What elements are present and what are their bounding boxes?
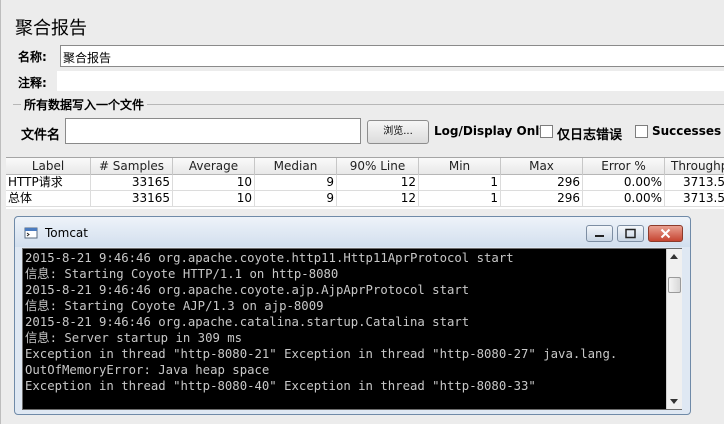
- table-row[interactable]: 总体 33165 10 9 12 1 296 0.00% 3713.5/s: [6, 191, 724, 207]
- window-titlebar[interactable]: Tomcat: [15, 217, 690, 247]
- console-line: 信息: Starting Coyote AJP/1.3 on ajp-8009: [25, 299, 324, 313]
- comment-row: 注释:: [15, 71, 724, 91]
- table-cell: 1: [419, 191, 501, 207]
- minimize-icon: [595, 235, 604, 237]
- table-cell: HTTP请求: [6, 175, 91, 191]
- vertical-scrollbar[interactable]: [666, 249, 682, 409]
- column-header-samples[interactable]: # Samples: [91, 158, 173, 175]
- column-header-max[interactable]: Max: [501, 158, 583, 175]
- errors-only-checkbox[interactable]: [540, 125, 553, 138]
- table-cell: 总体: [6, 191, 91, 207]
- filename-input[interactable]: [65, 118, 361, 144]
- scrollbar-thumb[interactable]: [668, 277, 681, 293]
- filename-label: 文件名: [21, 128, 61, 143]
- maximize-icon: [625, 228, 636, 239]
- name-label: 名称:: [18, 50, 47, 64]
- browse-button[interactable]: 浏览...: [367, 120, 429, 144]
- window-title: Tomcat: [45, 226, 88, 240]
- column-header-throughput[interactable]: Throughput: [665, 158, 724, 175]
- scroll-up-icon[interactable]: [670, 254, 678, 259]
- column-header-min[interactable]: Min: [419, 158, 501, 175]
- column-header-average[interactable]: Average: [173, 158, 255, 175]
- tomcat-window[interactable]: Tomcat 2015-8-21 9:46:46 org.apache.coyo…: [14, 216, 691, 415]
- close-button[interactable]: [648, 225, 683, 242]
- comment-field[interactable]: [57, 71, 724, 91]
- table-cell: 0.00%: [583, 191, 665, 207]
- table-row[interactable]: HTTP请求 33165 10 9 12 1 296 0.00% 3713.5/…: [6, 175, 724, 191]
- column-header-90-line[interactable]: 90% Line: [337, 158, 419, 175]
- table-cell: 1: [419, 175, 501, 191]
- table-header: Label # Samples Average Median 90% Line …: [6, 158, 724, 175]
- console-line: Exception in thread "http-8080-40" Excep…: [25, 379, 536, 393]
- table-cell: 296: [501, 175, 583, 191]
- console-line: 2015-8-21 9:46:46 org.apache.coyote.http…: [25, 251, 514, 265]
- console-window-icon: [24, 227, 38, 239]
- page-title: 聚合报告: [15, 18, 87, 39]
- table-cell: 10: [173, 175, 255, 191]
- successes-label: Successes: [652, 124, 722, 138]
- fieldset-legend: 所有数据写入一个文件: [21, 96, 148, 113]
- console-line: 信息: Starting Coyote HTTP/1.1 on http-808…: [25, 267, 339, 281]
- console-line: 2015-8-21 9:46:46 org.apache.catalina.st…: [25, 315, 470, 329]
- table-cell: 3713.5/s: [683, 175, 724, 189]
- console-line: 2015-8-21 9:46:46 org.apache.coyote.ajp.…: [25, 283, 470, 297]
- table-cell: 0.00%: [583, 175, 665, 191]
- column-header-label[interactable]: Label: [6, 158, 91, 175]
- log-display-label: Log/Display Only:: [434, 124, 552, 138]
- console-line: Exception in thread "http-8080-21" Excep…: [25, 347, 618, 361]
- console-output[interactable]: 2015-8-21 9:46:46 org.apache.coyote.http…: [22, 248, 682, 410]
- table-cell: 10: [173, 191, 255, 207]
- errors-only-label: 仅日志错误: [557, 128, 623, 143]
- table-cell: 12: [337, 175, 419, 191]
- close-icon: [660, 228, 671, 239]
- successes-checkbox[interactable]: [635, 125, 648, 138]
- console-line: OutOfMemoryError: Java heap space: [25, 363, 270, 377]
- name-field[interactable]: 聚合报告: [60, 45, 724, 67]
- maximize-button[interactable]: [617, 225, 644, 242]
- column-header-error[interactable]: Error %: [583, 158, 665, 175]
- table-cell: 33165: [91, 175, 173, 191]
- table-cell: 9: [255, 175, 337, 191]
- table-cell: 9: [255, 191, 337, 207]
- minimize-button[interactable]: [586, 225, 613, 242]
- comment-label: 注释:: [18, 76, 47, 90]
- results-table: Label # Samples Average Median 90% Line …: [6, 157, 724, 209]
- console-line: 信息: Server startup in 309 ms: [25, 331, 243, 345]
- table-cell: 296: [501, 191, 583, 207]
- table-cell: 3713.5/s: [683, 191, 724, 205]
- table-cell: 12: [337, 191, 419, 207]
- scroll-down-icon[interactable]: [670, 399, 678, 404]
- console-lines: 2015-8-21 9:46:46 org.apache.coyote.http…: [25, 250, 665, 410]
- table-cell: 33165: [91, 191, 173, 207]
- name-row: 名称: 聚合报告: [15, 45, 724, 67]
- column-header-median[interactable]: Median: [255, 158, 337, 175]
